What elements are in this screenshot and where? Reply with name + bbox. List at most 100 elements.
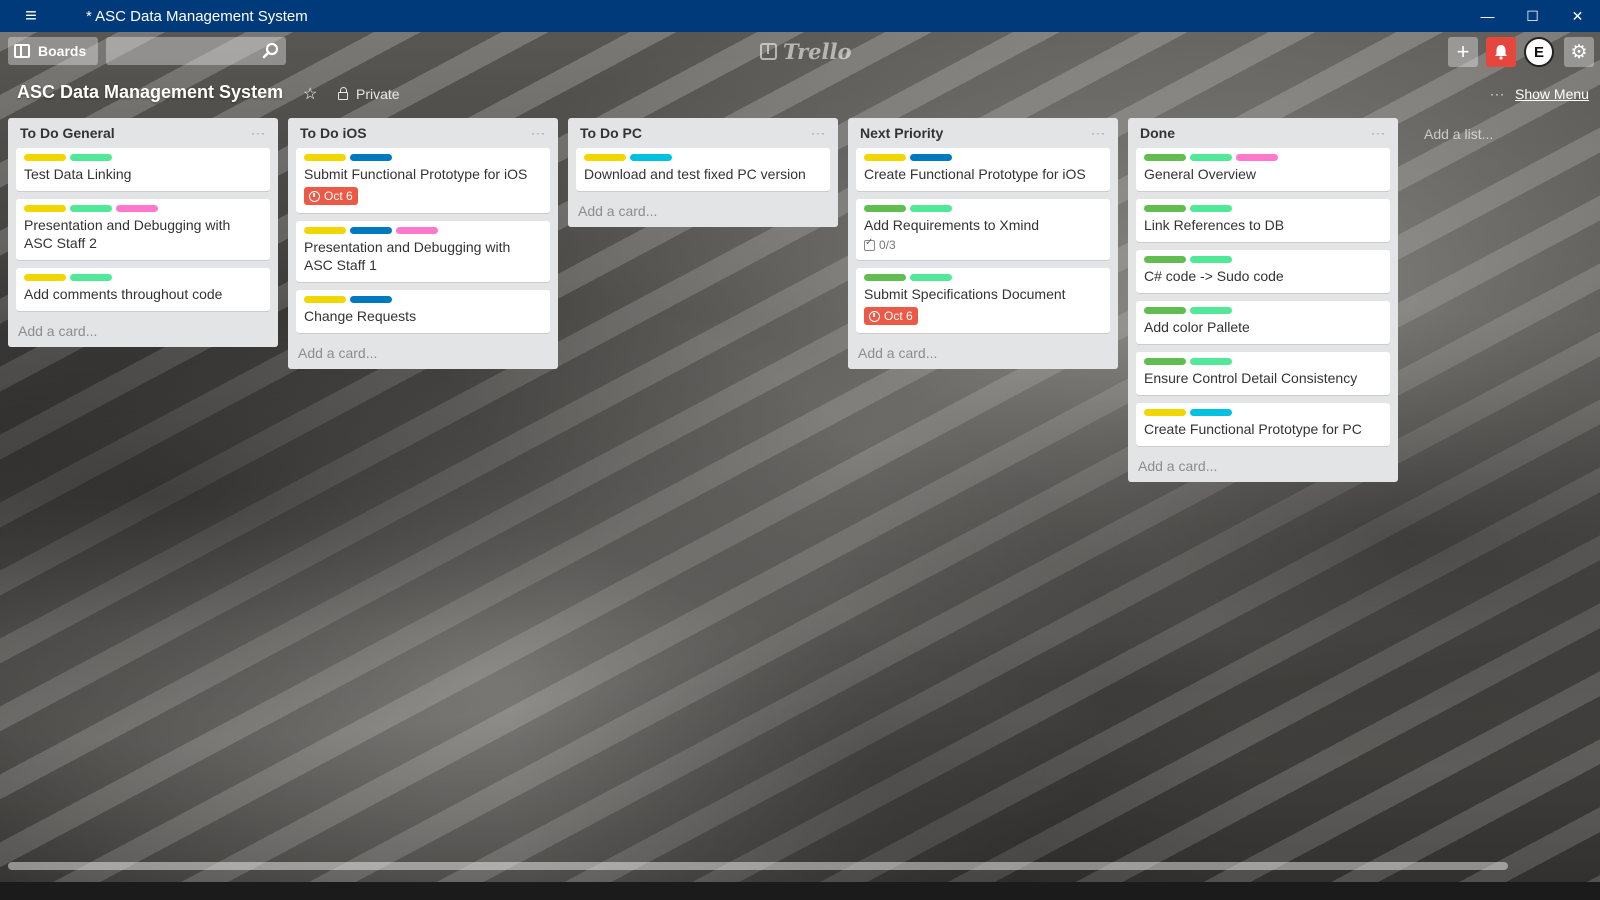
list-name[interactable]: Done bbox=[1140, 125, 1175, 141]
label-green bbox=[1144, 307, 1186, 314]
label-mint bbox=[70, 205, 112, 212]
list-name[interactable]: To Do General bbox=[20, 125, 115, 141]
card-labels bbox=[1144, 409, 1382, 417]
label-sky bbox=[1190, 409, 1232, 416]
list-header: To Do iOS ··· bbox=[296, 118, 550, 148]
label-blue bbox=[350, 296, 392, 303]
card[interactable]: Create Functional Prototype for iOS bbox=[856, 148, 1110, 191]
boards-icon bbox=[14, 44, 30, 58]
maximize-icon[interactable]: ☐ bbox=[1510, 0, 1555, 32]
show-menu-label: Show Menu bbox=[1515, 86, 1589, 102]
label-mint bbox=[1190, 358, 1232, 365]
card[interactable]: Presentation and Debugging with ASC Staf… bbox=[296, 221, 550, 282]
label-yellow bbox=[304, 296, 346, 303]
lock-icon bbox=[338, 86, 348, 100]
label-yellow bbox=[584, 154, 626, 161]
card[interactable]: Add Requirements to Xmind 0/3 bbox=[856, 199, 1110, 260]
card[interactable]: Ensure Control Detail Consistency bbox=[1136, 352, 1390, 395]
list-name[interactable]: To Do iOS bbox=[300, 125, 367, 141]
due-date-text: Oct 6 bbox=[884, 309, 913, 323]
label-blue bbox=[350, 227, 392, 234]
card[interactable]: General Overview bbox=[1136, 148, 1390, 191]
label-mint bbox=[910, 274, 952, 281]
minimize-icon[interactable]: — bbox=[1465, 0, 1510, 32]
card-title: Presentation and Debugging with ASC Staf… bbox=[24, 217, 231, 251]
card[interactable]: Add color Pallete bbox=[1136, 301, 1390, 344]
add-card-button[interactable]: Add a card... bbox=[296, 341, 550, 361]
trello-logo[interactable]: Trello bbox=[760, 39, 852, 64]
card[interactable]: C# code -> Sudo code bbox=[1136, 250, 1390, 293]
card-title: Presentation and Debugging with ASC Staf… bbox=[304, 239, 511, 273]
label-blue bbox=[350, 154, 392, 161]
add-card-button[interactable]: Add a card... bbox=[576, 199, 830, 219]
card-labels bbox=[1144, 256, 1382, 264]
label-yellow bbox=[24, 274, 66, 281]
search-input[interactable] bbox=[106, 37, 286, 65]
label-yellow bbox=[304, 154, 346, 161]
avatar[interactable]: E bbox=[1524, 37, 1554, 67]
card[interactable]: Submit Functional Prototype for iOS Oct 6 bbox=[296, 148, 550, 213]
label-yellow bbox=[304, 227, 346, 234]
horizontal-scrollbar[interactable] bbox=[8, 862, 1508, 870]
card-title: C# code -> Sudo code bbox=[1144, 268, 1284, 284]
card[interactable]: Create Functional Prototype for PC bbox=[1136, 403, 1390, 446]
clock-icon bbox=[309, 190, 320, 202]
card-labels bbox=[1144, 358, 1382, 366]
checklist-icon bbox=[864, 237, 875, 251]
label-yellow bbox=[864, 154, 906, 161]
window-controls: — ☐ ✕ bbox=[1465, 0, 1600, 32]
list-name[interactable]: To Do PC bbox=[580, 125, 642, 141]
card-title: Change Requests bbox=[304, 308, 417, 324]
card-title: Add Requirements to Xmind bbox=[864, 217, 1040, 233]
card-title: Link References to DB bbox=[1144, 217, 1285, 233]
search-icon[interactable] bbox=[262, 42, 280, 60]
list-name[interactable]: Next Priority bbox=[860, 125, 943, 141]
boards-button[interactable]: Boards bbox=[8, 37, 98, 65]
label-green bbox=[864, 205, 906, 212]
add-card-button[interactable]: Add a card... bbox=[16, 319, 270, 339]
notification-bell-icon[interactable] bbox=[1486, 37, 1516, 67]
label-green bbox=[1144, 358, 1186, 365]
list-header: Done ··· bbox=[1136, 118, 1390, 148]
card-labels bbox=[304, 154, 542, 162]
card[interactable]: Add comments throughout code bbox=[16, 268, 270, 311]
add-card-button[interactable]: Add a card... bbox=[856, 341, 1110, 361]
close-icon[interactable]: ✕ bbox=[1555, 0, 1600, 32]
list-menu-icon[interactable]: ··· bbox=[251, 126, 266, 140]
add-list-button[interactable]: Add a list... bbox=[1424, 126, 1493, 142]
card[interactable]: Submit Specifications Document Oct 6 bbox=[856, 268, 1110, 333]
label-pink bbox=[116, 205, 158, 212]
list-menu-icon[interactable]: ··· bbox=[811, 126, 826, 140]
card-badges: Oct 6 bbox=[864, 307, 1102, 325]
card[interactable]: Link References to DB bbox=[1136, 199, 1390, 242]
card-title: Test Data Linking bbox=[24, 166, 132, 182]
label-green bbox=[1144, 205, 1186, 212]
list-menu-icon[interactable]: ··· bbox=[531, 126, 546, 140]
list: Next Priority ··· Create Functional Protot… bbox=[848, 118, 1118, 369]
add-card-button[interactable]: Add a card... bbox=[1136, 454, 1390, 474]
label-mint bbox=[910, 205, 952, 212]
card[interactable]: Download and test fixed PC version bbox=[576, 148, 830, 191]
board-title[interactable]: ASC Data Management System bbox=[17, 82, 283, 103]
trello-logo-icon bbox=[760, 42, 777, 60]
label-green bbox=[1144, 256, 1186, 263]
card-title: Submit Specifications Document bbox=[864, 286, 1066, 302]
bottom-bar bbox=[0, 882, 1600, 900]
checklist-count: 0/3 bbox=[879, 238, 896, 252]
label-mint bbox=[70, 154, 112, 161]
add-icon[interactable]: + bbox=[1448, 37, 1478, 67]
card[interactable]: Change Requests bbox=[296, 290, 550, 333]
star-icon[interactable]: ☆ bbox=[303, 84, 317, 104]
card[interactable]: Presentation and Debugging with ASC Staf… bbox=[16, 199, 270, 260]
boards-label: Boards bbox=[38, 43, 87, 59]
card-labels bbox=[304, 296, 542, 304]
gear-icon[interactable]: ⚙ bbox=[1564, 37, 1594, 67]
list-menu-icon[interactable]: ··· bbox=[1091, 126, 1106, 140]
visibility-button[interactable]: Private bbox=[338, 86, 400, 102]
card-title: Add comments throughout code bbox=[24, 286, 223, 302]
card[interactable]: Test Data Linking bbox=[16, 148, 270, 191]
show-menu-button[interactable]: ··· Show Menu bbox=[1490, 86, 1589, 102]
list-menu-icon[interactable]: ··· bbox=[1371, 126, 1386, 140]
card-labels bbox=[864, 154, 1102, 162]
hamburger-icon[interactable]: ≡ bbox=[0, 0, 62, 32]
